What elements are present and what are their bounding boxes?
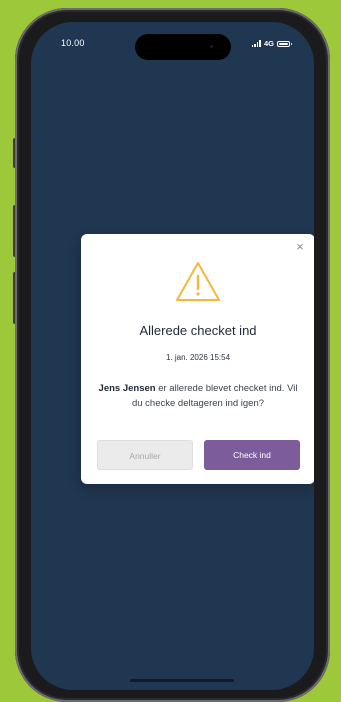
- message-text: er allerede blevet checket ind. Vil du c…: [131, 383, 298, 409]
- stage: 10.00 4G × Allerede checket ind 1. jan. …: [0, 0, 341, 702]
- warning-icon: [176, 262, 220, 301]
- close-icon[interactable]: ×: [293, 240, 307, 254]
- participant-name: Jens Jensen: [98, 383, 156, 394]
- status-indicators: 4G: [251, 39, 292, 48]
- dialog-message: Jens Jensen er allerede blevet checket i…: [93, 381, 303, 411]
- dialog-title: Allerede checket ind: [139, 323, 257, 338]
- dialog-date: 1. jan. 2026 15:54: [165, 353, 231, 362]
- home-indicator[interactable]: [130, 679, 234, 682]
- phone-screen: 10.00 4G × Allerede checket ind 1. jan. …: [31, 22, 314, 690]
- already-checked-in-dialog: × Allerede checket ind 1. jan. 2026 15:5…: [81, 234, 314, 484]
- status-time: 10.00: [61, 38, 85, 48]
- dynamic-island: [135, 34, 231, 60]
- network-label: 4G: [263, 39, 274, 48]
- cancel-button[interactable]: Annuller: [97, 440, 193, 470]
- phone-frame: 10.00 4G × Allerede checket ind 1. jan. …: [15, 8, 330, 702]
- check-in-button[interactable]: Check ind: [204, 440, 300, 470]
- signal-icon: [251, 40, 261, 47]
- camera-dot: [210, 45, 213, 48]
- battery-icon: [277, 41, 292, 47]
- status-bar: 10.00 4G: [31, 22, 314, 62]
